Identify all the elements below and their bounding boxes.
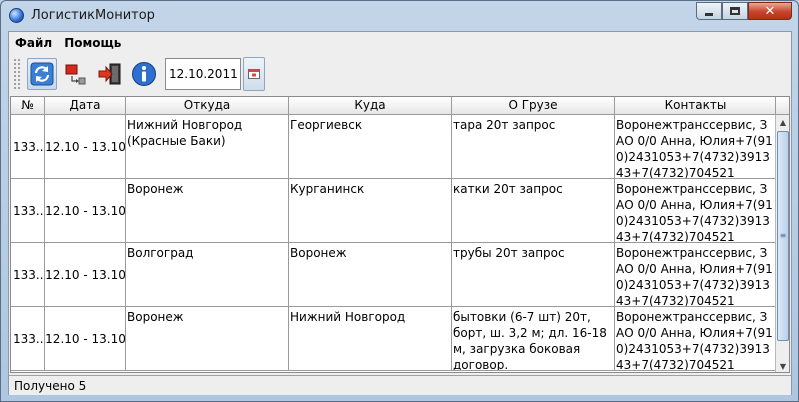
column-header-from[interactable]: Откуда xyxy=(126,97,289,115)
cell-number: 133... xyxy=(11,115,45,178)
maximize-button[interactable] xyxy=(722,2,748,20)
menu-help[interactable]: Помощь xyxy=(64,36,121,50)
cell-from: Воронеж xyxy=(126,179,289,242)
globe-icon xyxy=(9,8,24,23)
status-text: Получено 5 xyxy=(14,378,87,393)
toolbar: 12.10.2011 xyxy=(9,54,791,94)
grip-icon: ≡ xyxy=(779,231,787,240)
cell-cargo: тара 20т запрос xyxy=(452,115,615,178)
close-icon: ✕ xyxy=(764,3,776,19)
menu-bar: Файл Помощь xyxy=(9,32,791,54)
refresh-icon xyxy=(30,62,54,86)
window-controls: ✕ xyxy=(696,2,792,20)
cell-date: 12.10 - 13.10 xyxy=(45,115,126,178)
filter-icon xyxy=(65,64,86,85)
cell-number: 133... xyxy=(11,243,45,306)
cell-number: 133... xyxy=(11,179,45,242)
table-header: № Дата Откуда Куда О Грузе Контакты xyxy=(11,97,777,115)
cell-number: 133... xyxy=(11,307,45,370)
table-row[interactable]: 133... 12.10 - 13.10 Нижний Новгород (Кр… xyxy=(11,115,777,179)
calendar-icon xyxy=(248,69,260,79)
window-title: ЛогистикМонитор xyxy=(31,8,155,23)
cell-to: Нижний Новгород xyxy=(289,307,452,370)
calendar-button[interactable] xyxy=(243,57,265,91)
cell-cargo: катки 20т запрос xyxy=(452,179,615,242)
header-corner xyxy=(775,97,789,115)
cell-date: 12.10 - 13.10 xyxy=(45,307,126,370)
cell-cargo: трубы 20т запрос xyxy=(452,243,615,306)
maximize-icon xyxy=(730,7,740,15)
vertical-scrollbar[interactable]: ▲ ≡ ▼ xyxy=(775,115,789,372)
cell-contacts: Воронежтранссервис, ЗАО 0/0 Анна, Юлия+7… xyxy=(615,179,777,242)
cell-to: Курганинск xyxy=(289,179,452,242)
table-row[interactable]: 133... 12.10 - 13.10 Воронеж Курганинск … xyxy=(11,179,777,243)
app-window: ЛогистикМонитор ✕ Файл Помощь 12.10.2011… xyxy=(0,0,799,402)
table-body: 133... 12.10 - 13.10 Нижний Новгород (Кр… xyxy=(11,115,777,371)
minimize-button[interactable] xyxy=(696,2,722,20)
scroll-up-arrow-icon[interactable]: ▲ xyxy=(776,115,789,129)
cell-contacts: Воронежтранссервис, ЗАО 0/0 Анна, Юлия+7… xyxy=(615,307,777,370)
filter-button[interactable] xyxy=(61,58,91,90)
title-bar[interactable]: ЛогистикМонитор ✕ xyxy=(1,1,798,31)
column-header-date[interactable]: Дата xyxy=(45,97,126,115)
cell-to: Георгиевск xyxy=(289,115,452,178)
column-header-contacts[interactable]: Контакты xyxy=(615,97,777,115)
table-row[interactable]: 133... 12.10 - 13.10 Волгоград Воронеж т… xyxy=(11,243,777,307)
scroll-down-arrow-icon[interactable]: ▼ xyxy=(776,359,789,372)
info-icon xyxy=(132,62,156,86)
column-header-to[interactable]: Куда xyxy=(289,97,452,115)
minimize-icon xyxy=(705,12,713,16)
exit-icon xyxy=(98,63,121,85)
column-header-number[interactable]: № xyxy=(11,97,45,115)
column-header-cargo[interactable]: О Грузе xyxy=(452,97,615,115)
table-row[interactable]: 133... 12.10 - 13.10 Воронеж Нижний Новг… xyxy=(11,307,777,371)
close-button[interactable]: ✕ xyxy=(748,2,792,20)
cell-contacts: Воронежтранссервис, ЗАО 0/0 Анна, Юлия+7… xyxy=(615,115,777,178)
scrollbar-thumb[interactable]: ≡ xyxy=(777,131,789,341)
cell-to: Воронеж xyxy=(289,243,452,306)
status-bar: Получено 5 xyxy=(9,375,791,395)
cell-from: Волгоград xyxy=(126,243,289,306)
menu-file[interactable]: Файл xyxy=(15,36,52,50)
loads-table: № Дата Откуда Куда О Грузе Контакты 133.… xyxy=(10,96,790,373)
refresh-button[interactable] xyxy=(27,58,57,90)
cell-cargo: бытовки (6-7 шт) 20т, борт, ш. 3,2 м; дл… xyxy=(452,307,615,370)
info-button[interactable] xyxy=(129,58,159,90)
cell-from: Нижний Новгород (Красные Баки) xyxy=(126,115,289,178)
cell-date: 12.10 - 13.10 xyxy=(45,179,126,242)
client-area: Файл Помощь 12.10.2011 № Дата Откуда Куд… xyxy=(8,31,792,395)
cell-contacts: Воронежтранссервис, ЗАО 0/0 Анна, Юлия+7… xyxy=(615,243,777,306)
date-input[interactable]: 12.10.2011 xyxy=(165,58,241,90)
cell-from: Воронеж xyxy=(126,307,289,370)
cell-date: 12.10 - 13.10 xyxy=(45,243,126,306)
exit-button[interactable] xyxy=(95,58,125,90)
toolbar-grip[interactable] xyxy=(13,58,21,90)
